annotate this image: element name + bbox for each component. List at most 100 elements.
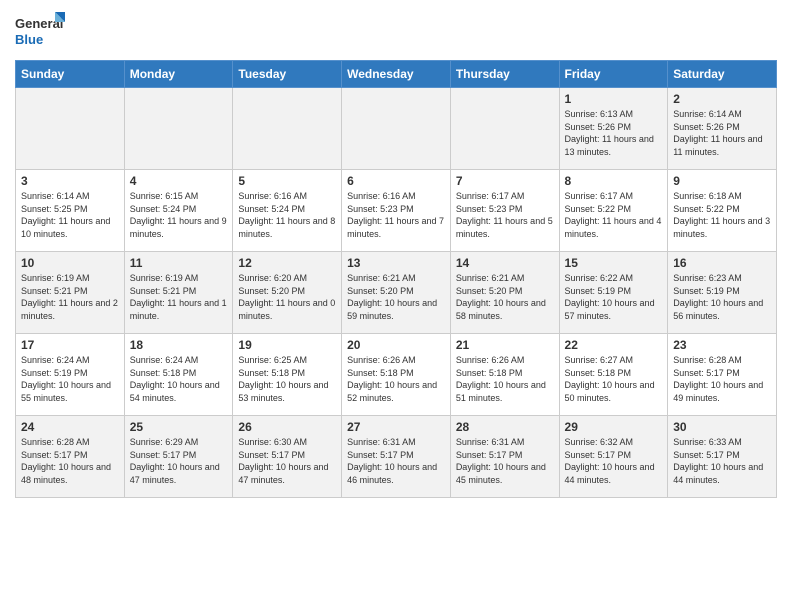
day-number: 29 — [565, 420, 663, 434]
day-cell: 4 Sunrise: 6:15 AM Sunset: 5:24 PM Daylig… — [124, 170, 233, 252]
day-number: 7 — [456, 174, 554, 188]
day-info: Sunrise: 6:31 AM Sunset: 5:17 PM Dayligh… — [456, 436, 554, 486]
day-cell — [342, 88, 451, 170]
day-cell — [233, 88, 342, 170]
day-info: Sunrise: 6:16 AM Sunset: 5:24 PM Dayligh… — [238, 190, 336, 240]
day-cell: 16 Sunrise: 6:23 AM Sunset: 5:19 PM Dayli… — [668, 252, 777, 334]
day-number: 15 — [565, 256, 663, 270]
day-info: Sunrise: 6:29 AM Sunset: 5:17 PM Dayligh… — [130, 436, 228, 486]
day-number: 30 — [673, 420, 771, 434]
day-cell: 9Sunrise: 6:18 AM Sunset: 5:22 PM Daylig… — [668, 170, 777, 252]
day-cell: 17Sunrise: 6:24 AM Sunset: 5:19 PM Dayli… — [16, 334, 125, 416]
day-number: 2 — [673, 92, 771, 106]
day-cell: 21 Sunrise: 6:26 AM Sunset: 5:18 PM Dayli… — [450, 334, 559, 416]
day-number: 28 — [456, 420, 554, 434]
day-number: 16 — [673, 256, 771, 270]
day-number: 19 — [238, 338, 336, 352]
day-number: 24 — [21, 420, 119, 434]
day-cell: 15 Sunrise: 6:22 AM Sunset: 5:19 PM Dayli… — [559, 252, 668, 334]
col-header-wednesday: Wednesday — [342, 61, 451, 88]
col-header-thursday: Thursday — [450, 61, 559, 88]
svg-text:Blue: Blue — [15, 32, 43, 47]
day-info: Sunrise: 6:17 AM Sunset: 5:22 PM Dayligh… — [565, 190, 663, 240]
week-row-3: 10 Sunrise: 6:19 AM Sunset: 5:21 PM Dayli… — [16, 252, 777, 334]
day-info: Sunrise: 6:14 AM Sunset: 5:26 PM Dayligh… — [673, 108, 771, 158]
col-header-monday: Monday — [124, 61, 233, 88]
day-number: 4 — [130, 174, 228, 188]
day-info: Sunrise: 6:22 AM Sunset: 5:19 PM Dayligh… — [565, 272, 663, 322]
day-info: Sunrise: 6:15 AM Sunset: 5:24 PM Dayligh… — [130, 190, 228, 240]
day-cell: 22 Sunrise: 6:27 AM Sunset: 5:18 PM Dayli… — [559, 334, 668, 416]
day-info: Sunrise: 6:30 AM Sunset: 5:17 PM Dayligh… — [238, 436, 336, 486]
day-info: Sunrise: 6:21 AM Sunset: 5:20 PM Dayligh… — [456, 272, 554, 322]
col-header-sunday: Sunday — [16, 61, 125, 88]
day-cell: 14 Sunrise: 6:21 AM Sunset: 5:20 PM Dayli… — [450, 252, 559, 334]
day-number: 10 — [21, 256, 119, 270]
day-info: Sunrise: 6:26 AM Sunset: 5:18 PM Dayligh… — [456, 354, 554, 404]
day-info: Sunrise: 6:33 AM Sunset: 5:17 PM Dayligh… — [673, 436, 771, 486]
col-header-saturday: Saturday — [668, 61, 777, 88]
calendar-table: SundayMondayTuesdayWednesdayThursdayFrid… — [15, 60, 777, 498]
day-cell: 13 Sunrise: 6:21 AM Sunset: 5:20 PM Dayli… — [342, 252, 451, 334]
day-cell: 2 Sunrise: 6:14 AM Sunset: 5:26 PM Daylig… — [668, 88, 777, 170]
day-number: 17 — [21, 338, 119, 352]
day-number: 18 — [130, 338, 228, 352]
day-number: 13 — [347, 256, 445, 270]
day-cell: 10 Sunrise: 6:19 AM Sunset: 5:21 PM Dayli… — [16, 252, 125, 334]
day-cell: 1Sunrise: 6:13 AM Sunset: 5:26 PM Daylig… — [559, 88, 668, 170]
day-cell: 11 Sunrise: 6:19 AM Sunset: 5:21 PM Dayli… — [124, 252, 233, 334]
day-number: 23 — [673, 338, 771, 352]
day-cell: 7 Sunrise: 6:17 AM Sunset: 5:23 PM Daylig… — [450, 170, 559, 252]
day-number: 21 — [456, 338, 554, 352]
day-cell: 8 Sunrise: 6:17 AM Sunset: 5:22 PM Daylig… — [559, 170, 668, 252]
day-cell: 25Sunrise: 6:29 AM Sunset: 5:17 PM Dayli… — [124, 416, 233, 498]
day-info: Sunrise: 6:32 AM Sunset: 5:17 PM Dayligh… — [565, 436, 663, 486]
day-info: Sunrise: 6:25 AM Sunset: 5:18 PM Dayligh… — [238, 354, 336, 404]
day-number: 12 — [238, 256, 336, 270]
day-number: 8 — [565, 174, 663, 188]
day-number: 3 — [21, 174, 119, 188]
day-info: Sunrise: 6:14 AM Sunset: 5:25 PM Dayligh… — [21, 190, 119, 240]
day-cell: 27Sunrise: 6:31 AM Sunset: 5:17 PM Dayli… — [342, 416, 451, 498]
day-cell: 3 Sunrise: 6:14 AM Sunset: 5:25 PM Daylig… — [16, 170, 125, 252]
day-cell: 20 Sunrise: 6:26 AM Sunset: 5:18 PM Dayli… — [342, 334, 451, 416]
week-row-4: 17Sunrise: 6:24 AM Sunset: 5:19 PM Dayli… — [16, 334, 777, 416]
day-cell: 29 Sunrise: 6:32 AM Sunset: 5:17 PM Dayli… — [559, 416, 668, 498]
day-info: Sunrise: 6:20 AM Sunset: 5:20 PM Dayligh… — [238, 272, 336, 322]
logo-svg: General Blue — [15, 10, 65, 52]
week-row-2: 3 Sunrise: 6:14 AM Sunset: 5:25 PM Daylig… — [16, 170, 777, 252]
day-cell: 19 Sunrise: 6:25 AM Sunset: 5:18 PM Dayli… — [233, 334, 342, 416]
day-cell: 26Sunrise: 6:30 AM Sunset: 5:17 PM Dayli… — [233, 416, 342, 498]
day-info: Sunrise: 6:23 AM Sunset: 5:19 PM Dayligh… — [673, 272, 771, 322]
day-number: 22 — [565, 338, 663, 352]
day-cell: 23 Sunrise: 6:28 AM Sunset: 5:17 PM Dayli… — [668, 334, 777, 416]
day-cell — [16, 88, 125, 170]
day-cell: 18 Sunrise: 6:24 AM Sunset: 5:18 PM Dayli… — [124, 334, 233, 416]
day-info: Sunrise: 6:24 AM Sunset: 5:18 PM Dayligh… — [130, 354, 228, 404]
day-number: 20 — [347, 338, 445, 352]
day-number: 11 — [130, 256, 228, 270]
week-row-1: 1Sunrise: 6:13 AM Sunset: 5:26 PM Daylig… — [16, 88, 777, 170]
day-number: 27 — [347, 420, 445, 434]
day-info: Sunrise: 6:21 AM Sunset: 5:20 PM Dayligh… — [347, 272, 445, 322]
day-info: Sunrise: 6:18 AM Sunset: 5:22 PM Dayligh… — [673, 190, 771, 240]
day-info: Sunrise: 6:17 AM Sunset: 5:23 PM Dayligh… — [456, 190, 554, 240]
col-header-tuesday: Tuesday — [233, 61, 342, 88]
day-number: 14 — [456, 256, 554, 270]
day-cell: 24Sunrise: 6:28 AM Sunset: 5:17 PM Dayli… — [16, 416, 125, 498]
day-cell — [450, 88, 559, 170]
day-cell: 6Sunrise: 6:16 AM Sunset: 5:23 PM Daylig… — [342, 170, 451, 252]
header-row: General Blue — [15, 10, 777, 52]
page-container: General Blue SundayMondayTuesdayWednesda… — [0, 0, 792, 503]
day-cell: 28 Sunrise: 6:31 AM Sunset: 5:17 PM Dayli… — [450, 416, 559, 498]
day-info: Sunrise: 6:19 AM Sunset: 5:21 PM Dayligh… — [21, 272, 119, 322]
day-cell: 30 Sunrise: 6:33 AM Sunset: 5:17 PM Dayli… — [668, 416, 777, 498]
day-number: 1 — [565, 92, 663, 106]
day-info: Sunrise: 6:26 AM Sunset: 5:18 PM Dayligh… — [347, 354, 445, 404]
day-info: Sunrise: 6:16 AM Sunset: 5:23 PM Dayligh… — [347, 190, 445, 240]
day-info: Sunrise: 6:27 AM Sunset: 5:18 PM Dayligh… — [565, 354, 663, 404]
day-info: Sunrise: 6:19 AM Sunset: 5:21 PM Dayligh… — [130, 272, 228, 322]
day-cell: 12 Sunrise: 6:20 AM Sunset: 5:20 PM Dayli… — [233, 252, 342, 334]
day-info: Sunrise: 6:28 AM Sunset: 5:17 PM Dayligh… — [673, 354, 771, 404]
logo: General Blue — [15, 10, 65, 52]
